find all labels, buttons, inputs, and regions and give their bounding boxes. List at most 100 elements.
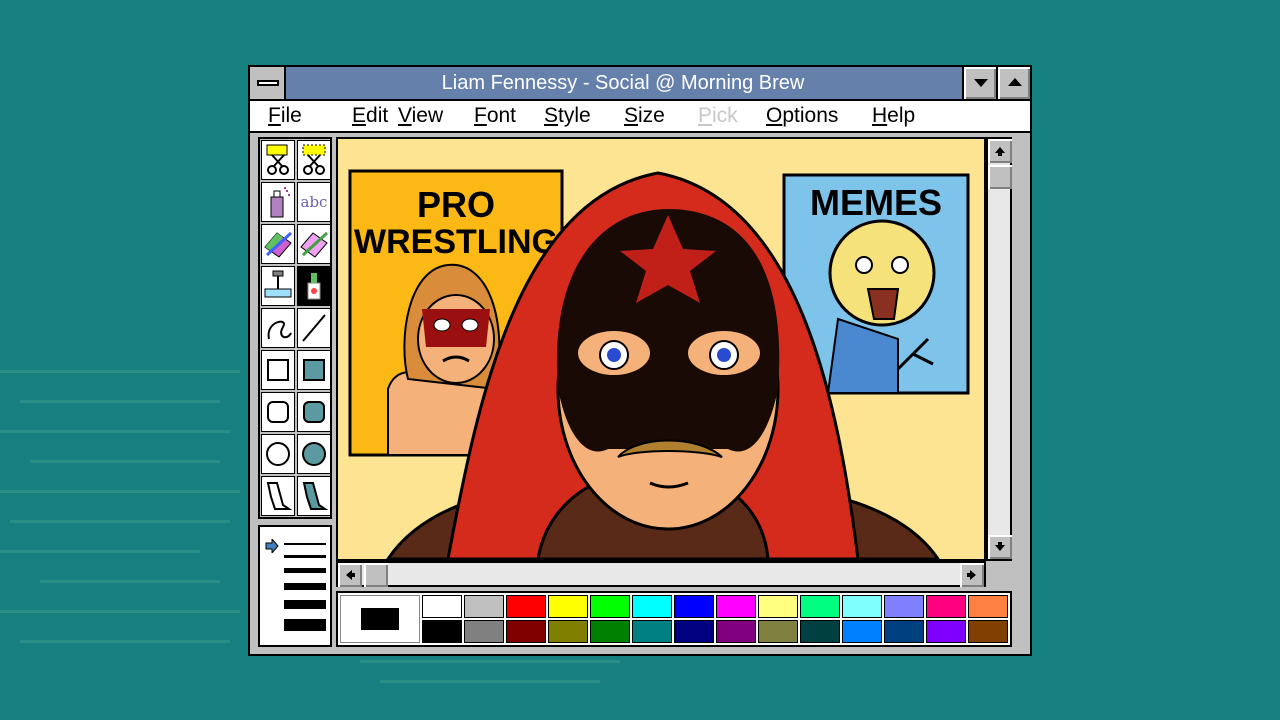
eraser-icon bbox=[300, 231, 329, 258]
down-arrow-icon bbox=[974, 79, 988, 87]
arrow-right-icon bbox=[265, 539, 279, 553]
arrow-left-icon bbox=[346, 570, 355, 580]
poster-line2: WRESTLING bbox=[354, 223, 558, 261]
minimize-button[interactable] bbox=[962, 67, 996, 99]
airbrush-tool[interactable] bbox=[261, 182, 295, 222]
color-swatch[interactable] bbox=[800, 620, 840, 643]
color-swatch[interactable] bbox=[674, 595, 714, 618]
text-tool[interactable]: abc bbox=[297, 182, 331, 222]
filled-rounded-box-icon bbox=[303, 401, 325, 423]
color-swatch[interactable] bbox=[716, 595, 756, 618]
color-swatch[interactable] bbox=[716, 620, 756, 643]
color-swatch[interactable] bbox=[464, 620, 504, 643]
line-width-2[interactable] bbox=[284, 555, 326, 558]
color-swatch[interactable] bbox=[968, 595, 1008, 618]
paint-roller-tool[interactable] bbox=[261, 266, 295, 306]
line-width-6[interactable] bbox=[284, 619, 326, 631]
menu-font[interactable]: Font bbox=[474, 104, 516, 128]
toolbox: abc bbox=[258, 137, 332, 519]
color-swatch[interactable] bbox=[926, 595, 966, 618]
color-swatch[interactable] bbox=[506, 620, 546, 643]
color-swatch[interactable] bbox=[884, 595, 924, 618]
horizontal-scroll-thumb[interactable] bbox=[364, 563, 388, 587]
menu-style[interactable]: Style bbox=[544, 104, 591, 128]
curve-tool[interactable] bbox=[261, 308, 295, 348]
line-width-1[interactable] bbox=[284, 543, 326, 545]
line-width-4[interactable] bbox=[284, 583, 326, 590]
rounded-box-tool[interactable] bbox=[261, 392, 295, 432]
current-colors bbox=[340, 595, 420, 643]
box-tool[interactable] bbox=[261, 350, 295, 390]
filled-polygon-tool[interactable] bbox=[297, 476, 331, 516]
line-width-5[interactable] bbox=[284, 600, 326, 609]
menu-edit[interactable]: Edit bbox=[352, 104, 388, 128]
color-swatch[interactable] bbox=[758, 620, 798, 643]
text-tool-icon: abc bbox=[300, 193, 328, 211]
color-swatch[interactable] bbox=[884, 620, 924, 643]
color-swatch[interactable] bbox=[506, 595, 546, 618]
color-eraser-icon bbox=[264, 231, 293, 258]
color-swatch[interactable] bbox=[590, 620, 630, 643]
rounded-box-icon bbox=[267, 401, 289, 423]
title-bar[interactable]: Liam Fennessy - Social @ Morning Brew bbox=[250, 67, 1030, 101]
line-icon bbox=[302, 314, 326, 342]
line-tool[interactable] bbox=[297, 308, 331, 348]
color-swatch[interactable] bbox=[422, 595, 462, 618]
filled-rounded-box-tool[interactable] bbox=[297, 392, 331, 432]
vertical-scrollbar[interactable] bbox=[986, 137, 1012, 561]
filled-box-tool[interactable] bbox=[297, 350, 331, 390]
color-swatch[interactable] bbox=[926, 620, 966, 643]
menu-file[interactable]: File bbox=[268, 104, 302, 128]
arrow-right-icon bbox=[967, 570, 976, 580]
color-swatch[interactable] bbox=[968, 620, 1008, 643]
circle-tool[interactable] bbox=[261, 434, 295, 474]
color-swatch[interactable] bbox=[842, 595, 882, 618]
menu-pick[interactable]: Pick bbox=[698, 104, 738, 128]
menu-help[interactable]: Help bbox=[872, 104, 915, 128]
scissors-icon bbox=[266, 144, 289, 175]
memes-title: MEMES bbox=[810, 182, 942, 223]
scroll-right-button[interactable] bbox=[960, 563, 984, 587]
menu-size[interactable]: Size bbox=[624, 104, 665, 128]
color-swatch[interactable] bbox=[464, 595, 504, 618]
filled-circle-tool[interactable] bbox=[297, 434, 331, 474]
curve-icon bbox=[267, 320, 292, 340]
filled-box-icon bbox=[303, 359, 325, 381]
brush-icon bbox=[307, 273, 321, 300]
color-swatch[interactable] bbox=[632, 595, 672, 618]
color-swatch[interactable] bbox=[800, 595, 840, 618]
color-swatch[interactable] bbox=[632, 620, 672, 643]
color-swatch[interactable] bbox=[842, 620, 882, 643]
brush-tool[interactable] bbox=[297, 266, 331, 306]
scroll-left-button[interactable] bbox=[338, 563, 362, 587]
color-swatch[interactable] bbox=[590, 595, 630, 618]
maximize-button[interactable] bbox=[996, 67, 1030, 99]
window-title: Liam Fennessy - Social @ Morning Brew bbox=[441, 72, 805, 94]
eraser-tool[interactable] bbox=[297, 224, 331, 264]
drawing-canvas[interactable]: PRO WRESTLING MEMES bbox=[336, 137, 986, 561]
color-swatch[interactable] bbox=[674, 620, 714, 643]
menu-view[interactable]: View bbox=[398, 104, 443, 128]
paint-roller-icon bbox=[264, 270, 292, 298]
arrow-up-icon bbox=[995, 147, 1005, 156]
color-swatch[interactable] bbox=[422, 620, 462, 643]
menu-options[interactable]: Options bbox=[766, 104, 838, 128]
line-width-3[interactable] bbox=[284, 568, 326, 573]
scissors-tool[interactable] bbox=[261, 140, 295, 180]
polygon-tool[interactable] bbox=[261, 476, 295, 516]
color-swatch[interactable] bbox=[758, 595, 798, 618]
color-swatch[interactable] bbox=[548, 620, 588, 643]
color-swatch[interactable] bbox=[548, 595, 588, 618]
paintbrush-window: Liam Fennessy - Social @ Morning Brew Fi… bbox=[248, 65, 1032, 656]
system-menu-button[interactable] bbox=[250, 67, 286, 99]
pick-tool[interactable] bbox=[297, 140, 331, 180]
color-palette bbox=[336, 591, 1012, 647]
scroll-down-button[interactable] bbox=[988, 535, 1012, 559]
circle-icon bbox=[266, 442, 290, 466]
line-width-selector bbox=[258, 525, 332, 647]
arrow-down-icon bbox=[995, 542, 1005, 551]
horizontal-scrollbar[interactable] bbox=[336, 561, 986, 587]
scroll-up-button[interactable] bbox=[988, 139, 1012, 163]
vertical-scroll-thumb[interactable] bbox=[988, 165, 1012, 189]
color-eraser-tool[interactable] bbox=[261, 224, 295, 264]
